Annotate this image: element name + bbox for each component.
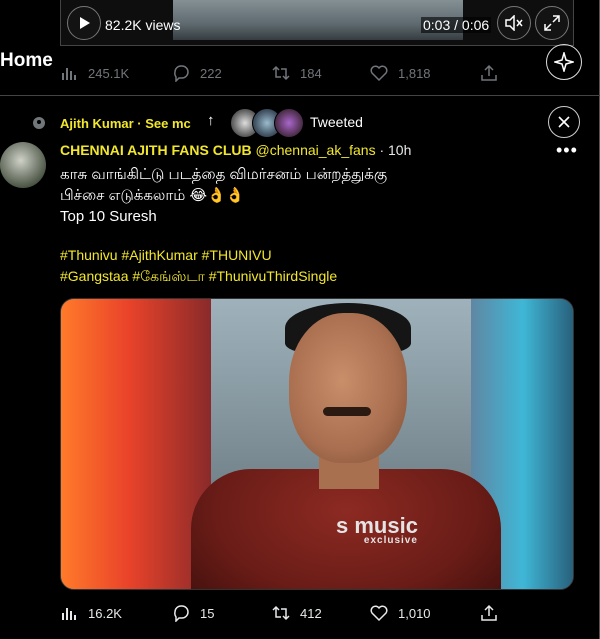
reply-count: 222 (200, 65, 222, 81)
video-view-count: 82.2K views (105, 17, 181, 33)
media-neon-light (61, 299, 211, 589)
fullscreen-button[interactable] (535, 6, 569, 40)
author-name[interactable]: CHENNAI AJITH FANS CLUB (60, 142, 252, 158)
views-metric[interactable]: 245.1K (60, 64, 172, 82)
share-button[interactable] (480, 604, 498, 622)
retweet-icon (272, 65, 290, 81)
play-icon (80, 17, 90, 29)
sparkle-icon (554, 52, 574, 72)
views-count: 16.2K (88, 605, 122, 621)
timeline-frame: 82.2K views 0:03 / 0:06 Home 245.1K 222 … (0, 0, 600, 639)
timeline-settings-button[interactable] (546, 44, 582, 80)
reply-count: 15 (200, 605, 215, 621)
retweet-count: 412 (300, 605, 322, 621)
more-options-button[interactable]: ••• (556, 140, 578, 161)
tweet-text-line: காசு வாங்கிட்டு படத்தை விமர்சனம் பன்றத்த… (60, 166, 388, 183)
media-watermark: s music exclusive (336, 513, 418, 546)
close-button[interactable] (548, 106, 580, 138)
retweet-count: 184 (300, 65, 322, 81)
like-metric[interactable]: 1,010 (370, 604, 480, 622)
share-icon (481, 604, 497, 621)
avatar (274, 108, 304, 138)
analytics-icon (62, 68, 76, 80)
tweet-media-video[interactable]: s music exclusive (60, 298, 574, 590)
like-count: 1,818 (398, 65, 431, 81)
share-button[interactable] (480, 64, 498, 82)
reply-metric[interactable]: 222 (172, 64, 272, 82)
prev-tweet-action-bar: 245.1K 222 184 1,818 (60, 64, 498, 82)
mute-button[interactable] (497, 6, 531, 40)
like-metric[interactable]: 1,818 (370, 64, 480, 82)
tweet-text: காசு வாங்கிட்டு படத்தை விமர்சனம் பன்றத்த… (60, 164, 560, 227)
views-count: 245.1K (88, 65, 130, 81)
reply-metric[interactable]: 15 (172, 604, 272, 622)
play-button[interactable] (67, 6, 101, 40)
reply-icon (174, 65, 189, 82)
tweet-text-line: Top 10 Suresh (60, 208, 157, 225)
tweet-action-bar: 16.2K 15 412 1,010 (60, 604, 498, 622)
views-metric[interactable]: 16.2K (60, 604, 172, 622)
speaker-muted-icon (505, 15, 523, 31)
reply-icon (174, 605, 189, 622)
tweeted-label: Tweeted (310, 114, 363, 130)
share-icon (481, 64, 497, 81)
tweet-text-line: பிச்சை எடுக்கலாம் 😂👌👌 (60, 187, 245, 204)
account-circle-icon (33, 117, 45, 129)
hashtag-line[interactable]: #Gangstaa #கேங்ஸ்டா #ThunivuThirdSingle (60, 266, 560, 287)
author-handle[interactable]: @chennai_ak_fans (256, 142, 376, 158)
tweet-author[interactable]: CHENNAI AJITH FANS CLUB @chennai_ak_fans… (60, 142, 411, 158)
close-icon (558, 116, 570, 128)
author-avatar[interactable] (0, 142, 46, 188)
video-player[interactable]: 82.2K views 0:03 / 0:06 (60, 0, 574, 46)
media-person-face (289, 313, 407, 463)
tweet-divider (0, 95, 600, 96)
retweeter-name[interactable]: Ajith Kumar · See mc (60, 116, 191, 131)
social-context[interactable]: Ajith Kumar · See mc (60, 112, 191, 134)
up-arrow-icon: ↑ (207, 112, 215, 129)
tweet-hashtags[interactable]: #Thunivu #AjithKumar #THUNIVU #Gangstaa … (60, 245, 560, 287)
retweet-metric[interactable]: 412 (272, 604, 370, 622)
expand-icon (544, 15, 560, 31)
tweet-time[interactable]: · 10h (379, 142, 411, 158)
retweet-icon (272, 605, 290, 621)
video-thumbnail (173, 0, 463, 40)
hashtag-line[interactable]: #Thunivu #AjithKumar #THUNIVU (60, 245, 560, 266)
retweet-metric[interactable]: 184 (272, 64, 370, 82)
more-icon: ••• (556, 140, 578, 160)
heart-icon (370, 605, 388, 622)
like-count: 1,010 (398, 605, 431, 621)
heart-icon (370, 65, 388, 82)
analytics-icon (62, 608, 76, 620)
video-timestamp: 0:03 / 0:06 (421, 17, 492, 33)
avatar-group[interactable] (230, 108, 304, 138)
page-title: Home (0, 50, 53, 71)
media-person-mustache (323, 407, 371, 416)
